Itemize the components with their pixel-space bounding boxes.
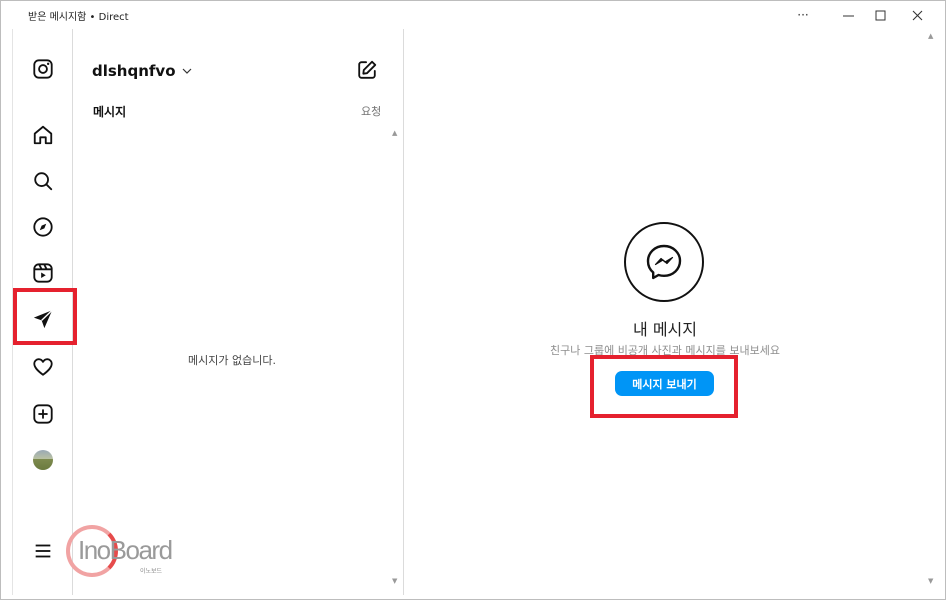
heart-icon[interactable] <box>31 355 55 379</box>
home-icon[interactable] <box>31 123 55 147</box>
chevron-down-icon <box>182 66 192 77</box>
empty-conversations-text: 메시지가 없습니다. <box>188 354 276 367</box>
username-label: dlshqnfvo <box>92 62 176 80</box>
account-switcher[interactable]: dlshqnfvo <box>92 62 192 80</box>
main-scroll-down-arrow-icon[interactable]: ▼ <box>928 577 933 585</box>
window-title: 받은 메시지함 • Direct <box>28 12 129 23</box>
search-icon[interactable] <box>31 169 55 193</box>
main-scroll-up-arrow-icon[interactable]: ▲ <box>928 32 933 40</box>
scroll-up-arrow-icon[interactable]: ▲ <box>392 129 397 137</box>
reels-icon[interactable] <box>31 261 55 285</box>
minimize-button[interactable] <box>833 4 863 26</box>
tab-messages[interactable]: 메시지 <box>93 103 126 120</box>
maximize-button[interactable] <box>865 4 895 26</box>
hamburger-menu-icon[interactable] <box>31 539 55 563</box>
highlight-direct-nav <box>13 288 77 345</box>
watermark-text: InoBoard <box>78 535 173 565</box>
create-post-icon[interactable] <box>31 402 55 426</box>
messenger-icon <box>624 222 704 302</box>
new-message-compose-icon[interactable] <box>356 59 378 81</box>
inoboard-watermark-logo: InoBoard 이노보드 <box>64 521 204 579</box>
scroll-down-arrow-icon[interactable]: ▼ <box>392 577 397 585</box>
app-window: 받은 메시지함 • Direct ··· dlshqnfvo 메시지 요청 ▲ … <box>0 0 946 600</box>
main-title: 내 메시지 <box>633 320 697 339</box>
conversation-panel: dlshqnfvo 메시지 요청 ▲ 메시지가 없습니다. ▼ <box>74 29 404 595</box>
highlight-send-button <box>590 355 738 418</box>
explore-compass-icon[interactable] <box>31 215 55 239</box>
title-bar: 받은 메시지함 • Direct ··· <box>1 1 945 29</box>
close-button[interactable] <box>902 4 932 26</box>
main-message-area: ▲ 내 메시지 친구나 그룹에 비공개 사진과 메시지를 보내보세요 메시지 보… <box>405 29 935 595</box>
more-options-button[interactable]: ··· <box>788 4 818 26</box>
instagram-logo-icon[interactable] <box>31 57 55 81</box>
profile-avatar[interactable] <box>33 450 53 470</box>
tab-requests[interactable]: 요청 <box>361 103 381 119</box>
watermark-subtext: 이노보드 <box>140 568 163 575</box>
